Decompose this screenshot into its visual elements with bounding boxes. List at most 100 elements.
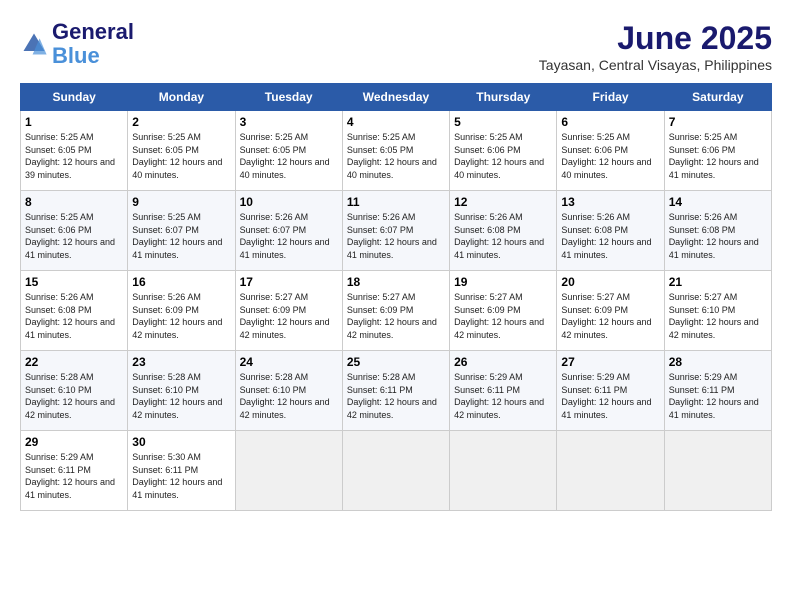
- day-detail: Sunrise: 5:26 AMSunset: 6:08 PMDaylight:…: [454, 211, 552, 261]
- table-cell: 17 Sunrise: 5:27 AMSunset: 6:09 PMDayligh…: [235, 271, 342, 351]
- calendar-table: Sunday Monday Tuesday Wednesday Thursday…: [20, 83, 772, 511]
- day-detail: Sunrise: 5:27 AMSunset: 6:09 PMDaylight:…: [240, 291, 338, 341]
- table-cell: 1Sunrise: 5:25 AMSunset: 6:05 PMDaylight…: [21, 111, 128, 191]
- day-detail: Sunrise: 5:28 AMSunset: 6:10 PMDaylight:…: [240, 371, 338, 421]
- table-cell: [664, 431, 771, 511]
- day-detail: Sunrise: 5:26 AMSunset: 6:07 PMDaylight:…: [347, 211, 445, 261]
- table-cell: 25Sunrise: 5:28 AMSunset: 6:11 PMDayligh…: [342, 351, 449, 431]
- day-number: 12: [454, 195, 552, 209]
- col-monday: Monday: [128, 84, 235, 111]
- page-header: GeneralBlue June 2025 Tayasan, Central V…: [20, 20, 772, 73]
- table-cell: 9 Sunrise: 5:25 AMSunset: 6:07 PMDaylight…: [128, 191, 235, 271]
- day-detail: Sunrise: 5:25 AMSunset: 6:06 PMDaylight:…: [454, 131, 552, 181]
- table-cell: 13Sunrise: 5:26 AMSunset: 6:08 PMDayligh…: [557, 191, 664, 271]
- table-cell: 29Sunrise: 5:29 AMSunset: 6:11 PMDayligh…: [21, 431, 128, 511]
- table-cell: 4 Sunrise: 5:25 AMSunset: 6:05 PMDaylight…: [342, 111, 449, 191]
- table-cell: [557, 431, 664, 511]
- table-cell: 16Sunrise: 5:26 AMSunset: 6:09 PMDayligh…: [128, 271, 235, 351]
- col-wednesday: Wednesday: [342, 84, 449, 111]
- table-cell: 26 Sunrise: 5:29 AMSunset: 6:11 PMDayligh…: [450, 351, 557, 431]
- day-number: 2: [132, 115, 230, 129]
- day-number: 22: [25, 355, 123, 369]
- table-cell: 6Sunrise: 5:25 AMSunset: 6:06 PMDaylight…: [557, 111, 664, 191]
- day-number: 7: [669, 115, 767, 129]
- day-detail: Sunrise: 5:26 AMSunset: 6:08 PMDaylight:…: [669, 211, 767, 261]
- day-detail: Sunrise: 5:29 AMSunset: 6:11 PMDaylight:…: [25, 451, 123, 501]
- table-cell: 22 Sunrise: 5:28 AMSunset: 6:10 PMDayligh…: [21, 351, 128, 431]
- day-detail: Sunrise: 5:26 AMSunset: 6:07 PMDaylight:…: [240, 211, 338, 261]
- table-cell: [235, 431, 342, 511]
- table-cell: 5Sunrise: 5:25 AMSunset: 6:06 PMDaylight…: [450, 111, 557, 191]
- day-number: 28: [669, 355, 767, 369]
- table-cell: 15 Sunrise: 5:26 AMSunset: 6:08 PMDayligh…: [21, 271, 128, 351]
- calendar-week-4: 22 Sunrise: 5:28 AMSunset: 6:10 PMDayligh…: [21, 351, 772, 431]
- day-detail: Sunrise: 5:27 AMSunset: 6:09 PMDaylight:…: [454, 291, 552, 341]
- table-cell: 30 Sunrise: 5:30 AMSunset: 6:11 PMDayligh…: [128, 431, 235, 511]
- table-cell: 20Sunrise: 5:27 AMSunset: 6:09 PMDayligh…: [557, 271, 664, 351]
- table-cell: 2 Sunrise: 5:25 AMSunset: 6:05 PMDaylight…: [128, 111, 235, 191]
- day-number: 11: [347, 195, 445, 209]
- day-detail: Sunrise: 5:28 AMSunset: 6:11 PMDaylight:…: [347, 371, 445, 421]
- day-detail: Sunrise: 5:25 AMSunset: 6:05 PMDaylight:…: [132, 131, 230, 181]
- day-detail: Sunrise: 5:26 AMSunset: 6:08 PMDaylight:…: [561, 211, 659, 261]
- calendar-week-1: 1Sunrise: 5:25 AMSunset: 6:05 PMDaylight…: [21, 111, 772, 191]
- calendar-week-3: 15 Sunrise: 5:26 AMSunset: 6:08 PMDayligh…: [21, 271, 772, 351]
- day-detail: Sunrise: 5:25 AMSunset: 6:05 PMDaylight:…: [25, 131, 123, 181]
- table-cell: 28 Sunrise: 5:29 AMSunset: 6:11 PMDayligh…: [664, 351, 771, 431]
- day-detail: Sunrise: 5:28 AMSunset: 6:10 PMDaylight:…: [25, 371, 123, 421]
- day-detail: Sunrise: 5:27 AMSunset: 6:09 PMDaylight:…: [347, 291, 445, 341]
- day-number: 18: [347, 275, 445, 289]
- day-detail: Sunrise: 5:30 AMSunset: 6:11 PMDaylight:…: [132, 451, 230, 501]
- col-thursday: Thursday: [450, 84, 557, 111]
- table-cell: 12 Sunrise: 5:26 AMSunset: 6:08 PMDayligh…: [450, 191, 557, 271]
- table-cell: [450, 431, 557, 511]
- location-title: Tayasan, Central Visayas, Philippines: [539, 57, 772, 73]
- col-saturday: Saturday: [664, 84, 771, 111]
- day-number: 3: [240, 115, 338, 129]
- table-cell: 10 Sunrise: 5:26 AMSunset: 6:07 PMDayligh…: [235, 191, 342, 271]
- table-cell: 11 Sunrise: 5:26 AMSunset: 6:07 PMDayligh…: [342, 191, 449, 271]
- day-number: 23: [132, 355, 230, 369]
- day-detail: Sunrise: 5:29 AMSunset: 6:11 PMDaylight:…: [454, 371, 552, 421]
- day-detail: Sunrise: 5:25 AMSunset: 6:06 PMDaylight:…: [25, 211, 123, 261]
- day-number: 15: [25, 275, 123, 289]
- table-cell: [342, 431, 449, 511]
- day-number: 24: [240, 355, 338, 369]
- day-number: 17: [240, 275, 338, 289]
- table-cell: 14 Sunrise: 5:26 AMSunset: 6:08 PMDayligh…: [664, 191, 771, 271]
- calendar-week-5: 29Sunrise: 5:29 AMSunset: 6:11 PMDayligh…: [21, 431, 772, 511]
- day-number: 10: [240, 195, 338, 209]
- day-number: 14: [669, 195, 767, 209]
- day-detail: Sunrise: 5:29 AMSunset: 6:11 PMDaylight:…: [669, 371, 767, 421]
- table-cell: 21Sunrise: 5:27 AMSunset: 6:10 PMDayligh…: [664, 271, 771, 351]
- day-number: 21: [669, 275, 767, 289]
- day-number: 4: [347, 115, 445, 129]
- table-cell: 8Sunrise: 5:25 AMSunset: 6:06 PMDaylight…: [21, 191, 128, 271]
- col-tuesday: Tuesday: [235, 84, 342, 111]
- day-detail: Sunrise: 5:27 AMSunset: 6:09 PMDaylight:…: [561, 291, 659, 341]
- day-number: 6: [561, 115, 659, 129]
- col-friday: Friday: [557, 84, 664, 111]
- month-title: June 2025: [539, 20, 772, 57]
- day-number: 9: [132, 195, 230, 209]
- day-detail: Sunrise: 5:25 AMSunset: 6:05 PMDaylight:…: [240, 131, 338, 181]
- day-number: 30: [132, 435, 230, 449]
- day-detail: Sunrise: 5:25 AMSunset: 6:07 PMDaylight:…: [132, 211, 230, 261]
- logo: GeneralBlue: [20, 20, 134, 68]
- title-block: June 2025 Tayasan, Central Visayas, Phil…: [539, 20, 772, 73]
- day-detail: Sunrise: 5:25 AMSunset: 6:05 PMDaylight:…: [347, 131, 445, 181]
- day-detail: Sunrise: 5:26 AMSunset: 6:08 PMDaylight:…: [25, 291, 123, 341]
- day-detail: Sunrise: 5:26 AMSunset: 6:09 PMDaylight:…: [132, 291, 230, 341]
- calendar-week-2: 8Sunrise: 5:25 AMSunset: 6:06 PMDaylight…: [21, 191, 772, 271]
- table-cell: 27 Sunrise: 5:29 AMSunset: 6:11 PMDayligh…: [557, 351, 664, 431]
- logo-text: GeneralBlue: [52, 20, 134, 68]
- day-detail: Sunrise: 5:29 AMSunset: 6:11 PMDaylight:…: [561, 371, 659, 421]
- day-number: 27: [561, 355, 659, 369]
- table-cell: 18 Sunrise: 5:27 AMSunset: 6:09 PMDayligh…: [342, 271, 449, 351]
- col-sunday: Sunday: [21, 84, 128, 111]
- day-detail: Sunrise: 5:28 AMSunset: 6:10 PMDaylight:…: [132, 371, 230, 421]
- logo-icon: [20, 30, 48, 58]
- table-cell: 7Sunrise: 5:25 AMSunset: 6:06 PMDaylight…: [664, 111, 771, 191]
- table-cell: 24 Sunrise: 5:28 AMSunset: 6:10 PMDayligh…: [235, 351, 342, 431]
- day-number: 26: [454, 355, 552, 369]
